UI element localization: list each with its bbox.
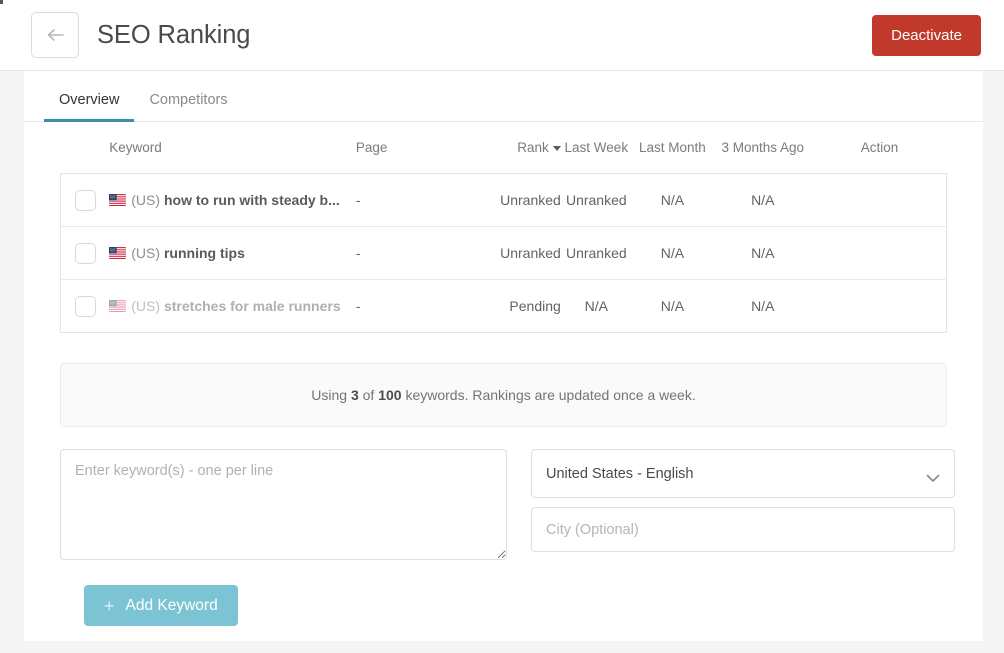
usage-banner: Using 3 of 100 keywords. Rankings are up… [60, 363, 947, 427]
last-month-cell: N/A [632, 174, 713, 227]
column-three-months-ago: 3 Months Ago [713, 122, 812, 174]
row-select-cell [61, 174, 110, 227]
tab-competitors[interactable]: Competitors [134, 92, 242, 121]
rank-cell: Unranked [488, 227, 561, 280]
column-rank-label: Rank [517, 140, 549, 155]
three-months-ago-cell: N/A [713, 227, 812, 280]
page-cell: - [356, 174, 488, 227]
column-keyword: Keyword [109, 122, 356, 174]
keyword-text: running tips [164, 245, 245, 261]
country-select[interactable]: United States - English [531, 449, 955, 498]
city-input[interactable] [531, 507, 955, 552]
three-months-ago-cell: N/A [713, 174, 812, 227]
deactivate-button[interactable]: Deactivate [872, 15, 981, 56]
column-rank[interactable]: Rank [488, 122, 561, 174]
last-week-cell: Unranked [561, 174, 632, 227]
column-last-week: Last Week [561, 122, 632, 174]
page-title: SEO Ranking [97, 21, 250, 50]
row-select-cell [61, 227, 110, 280]
column-page: Page [356, 122, 488, 174]
location-input-group: United States - English [531, 449, 955, 565]
row-checkbox[interactable] [75, 190, 96, 211]
us-flag-icon [109, 300, 126, 312]
table-body: (US)how to run with steady b...-Unranked… [61, 174, 947, 333]
three-months-ago-cell: N/A [713, 280, 812, 333]
add-keyword-label: Add Keyword [126, 597, 218, 615]
last-week-cell: Unranked [561, 227, 632, 280]
keyword-table: Keyword Page Rank Last Week Last Month 3… [60, 122, 947, 333]
table-row: (US)stretches for male runners-PendingN/… [61, 280, 947, 333]
app-root: SEO Ranking Deactivate Overview Competit… [0, 0, 1004, 653]
keyword-cell: (US)how to run with steady b... [109, 174, 356, 227]
last-week-cell: N/A [561, 280, 632, 333]
usage-limit: 100 [378, 387, 401, 403]
column-action: Action [812, 122, 946, 174]
keyword-text: stretches for male runners [164, 298, 341, 314]
rank-cell: Unranked [488, 174, 561, 227]
row-checkbox[interactable] [75, 296, 96, 317]
table-header: Keyword Page Rank Last Week Last Month 3… [61, 122, 947, 174]
action-cell [812, 227, 946, 280]
keyword-input-group [60, 449, 507, 565]
content-card: Overview Competitors Keyword Page Rank L… [24, 71, 983, 641]
table-row: (US)running tips-UnrankedUnrankedN/AN/A [61, 227, 947, 280]
rank-cell: Pending [488, 280, 561, 333]
page-header: SEO Ranking Deactivate [0, 0, 1004, 71]
plus-icon: + [104, 597, 115, 615]
caret-down-icon [553, 146, 561, 151]
window-corner-artifact [0, 0, 3, 4]
arrow-left-icon [46, 28, 65, 42]
usage-used: 3 [351, 387, 359, 403]
action-cell [812, 174, 946, 227]
keyword-table-container: Keyword Page Rank Last Week Last Month 3… [24, 122, 983, 333]
keyword-locale: (US) [131, 192, 160, 208]
tab-overview[interactable]: Overview [44, 92, 134, 121]
last-month-cell: N/A [632, 280, 713, 333]
row-checkbox[interactable] [75, 243, 96, 264]
us-flag-icon [109, 247, 126, 259]
page-cell: - [356, 280, 488, 333]
column-last-month: Last Month [632, 122, 713, 174]
keyword-cell: (US)stretches for male runners [109, 280, 356, 333]
tab-bar: Overview Competitors [24, 71, 983, 122]
back-button[interactable] [31, 12, 79, 58]
page-cell: - [356, 227, 488, 280]
last-month-cell: N/A [632, 227, 713, 280]
keyword-locale: (US) [131, 245, 160, 261]
add-keyword-button[interactable]: + Add Keyword [84, 585, 238, 626]
keyword-cell: (US)running tips [109, 227, 356, 280]
keyword-textarea[interactable] [60, 449, 507, 560]
table-header-row: Keyword Page Rank Last Week Last Month 3… [61, 122, 947, 174]
add-keyword-form: United States - English [60, 449, 947, 565]
keyword-locale: (US) [131, 298, 160, 314]
country-select-wrap: United States - English [531, 449, 955, 498]
usage-text: Using 3 of 100 keywords. Rankings are up… [311, 387, 695, 403]
row-select-cell [61, 280, 110, 333]
us-flag-icon [109, 194, 126, 206]
column-select [61, 122, 110, 174]
table-row: (US)how to run with steady b...-Unranked… [61, 174, 947, 227]
action-cell [812, 280, 946, 333]
keyword-text: how to run with steady b... [164, 192, 340, 208]
